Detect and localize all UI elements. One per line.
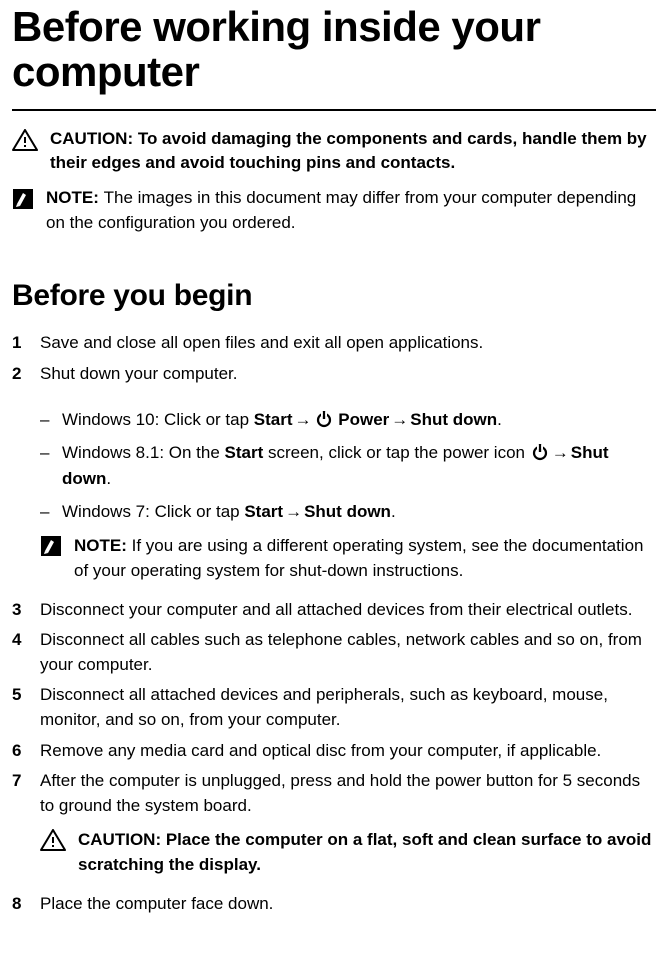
horizontal-rule	[12, 109, 656, 111]
sub-item: – Windows 10: Click or tap Start → Power…	[40, 407, 656, 433]
steps-list: 1 Save and close all open files and exit…	[12, 331, 656, 916]
step-number: 3	[12, 598, 26, 623]
step-item: 1 Save and close all open files and exit…	[12, 331, 656, 356]
step-main-text: After the computer is unplugged, press a…	[40, 771, 640, 815]
step-text: Save and close all open files and exit a…	[40, 331, 656, 356]
step-text: Disconnect all attached devices and peri…	[40, 683, 656, 732]
step-number: 1	[12, 331, 26, 356]
step-item: 8 Place the computer face down.	[12, 892, 656, 917]
note-text: NOTE: If you are using a different opera…	[74, 533, 656, 584]
step-text: Shut down your computer. – Windows 10: C…	[40, 362, 656, 592]
dash-bullet: –	[40, 440, 50, 466]
caution-admonition: CAUTION: To avoid damaging the component…	[12, 127, 656, 176]
step-number: 2	[12, 362, 26, 387]
dash-bullet: –	[40, 407, 50, 433]
note-admonition-nested: NOTE: If you are using a different opera…	[40, 533, 656, 584]
note-text: NOTE: The images in this document may di…	[46, 186, 656, 235]
caution-text: CAUTION: To avoid damaging the component…	[50, 127, 656, 176]
section-heading: Before you begin	[12, 279, 656, 313]
step-item: 6 Remove any media card and optical disc…	[12, 739, 656, 764]
step-text: After the computer is unplugged, press a…	[40, 769, 656, 885]
note-icon	[12, 188, 34, 210]
step-text: Disconnect your computer and all attache…	[40, 598, 656, 623]
caution-admonition-nested: CAUTION: Place the computer on a flat, s…	[40, 827, 656, 878]
step-item: 3 Disconnect your computer and all attac…	[12, 598, 656, 623]
step-number: 5	[12, 683, 26, 708]
step-item: 7 After the computer is unplugged, press…	[12, 769, 656, 885]
dash-bullet: –	[40, 499, 50, 525]
step-text: Place the computer face down.	[40, 892, 656, 917]
power-icon	[315, 410, 333, 428]
step-number: 7	[12, 769, 26, 794]
step-item: 5 Disconnect all attached devices and pe…	[12, 683, 656, 732]
sub-text: Windows 7: Click or tap Start → Shut dow…	[62, 499, 656, 525]
sub-text: Windows 8.1: On the Start screen, click …	[62, 440, 656, 491]
step-number: 4	[12, 628, 26, 653]
step-number: 6	[12, 739, 26, 764]
caution-text: CAUTION: Place the computer on a flat, s…	[78, 827, 656, 878]
caution-icon	[40, 829, 66, 851]
caution-icon	[12, 129, 38, 151]
sub-item: – Windows 7: Click or tap Start → Shut d…	[40, 499, 656, 525]
sub-item: – Windows 8.1: On the Start screen, clic…	[40, 440, 656, 491]
note-icon	[40, 535, 62, 557]
step-main-text: Shut down your computer.	[40, 364, 238, 383]
sub-list: – Windows 10: Click or tap Start → Power…	[40, 407, 656, 525]
step-text: Disconnect all cables such as telephone …	[40, 628, 656, 677]
step-text: Remove any media card and optical disc f…	[40, 739, 656, 764]
sub-text: Windows 10: Click or tap Start → Power →…	[62, 407, 656, 433]
step-item: 2 Shut down your computer. – Windows 10:…	[12, 362, 656, 592]
note-admonition: NOTE: The images in this document may di…	[12, 186, 656, 235]
step-number: 8	[12, 892, 26, 917]
power-icon	[531, 443, 549, 461]
step-item: 4 Disconnect all cables such as telephon…	[12, 628, 656, 677]
page-title: Before working inside your computer	[12, 0, 656, 109]
